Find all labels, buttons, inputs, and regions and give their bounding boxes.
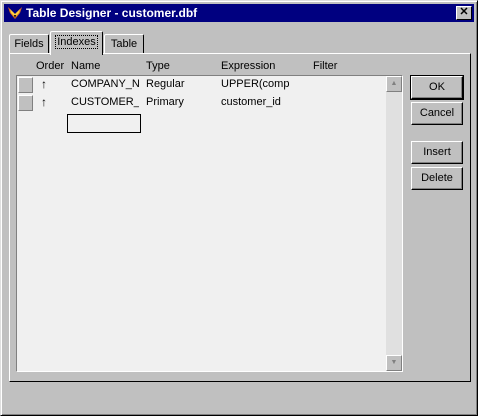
index-grid[interactable]: ↑ COMPANY_N. Regular UPPER(comp ↑ CUSTOM… <box>16 75 403 372</box>
cell-name[interactable]: CUSTOMER_ <box>71 96 139 108</box>
window-title: Table Designer - customer.dbf <box>26 6 198 20</box>
insert-button[interactable]: Insert <box>411 141 463 164</box>
cell-expression[interactable]: UPPER(comp <box>221 78 307 90</box>
ascending-arrow-icon[interactable]: ↑ <box>41 95 47 109</box>
scroll-down-button[interactable]: ▼ <box>386 355 402 371</box>
table-designer-window: Table Designer - customer.dbf ✕ Fields I… <box>0 0 478 416</box>
cell-name[interactable]: COMPANY_N. <box>71 78 139 90</box>
scroll-down-icon: ▼ <box>390 359 398 366</box>
close-button[interactable]: ✕ <box>456 6 472 20</box>
column-header-filter: Filter <box>313 60 338 72</box>
delete-button-label: Delete <box>421 172 453 184</box>
tab-indexes[interactable]: Indexes <box>50 31 103 55</box>
vertical-scrollbar[interactable]: ▲ ▼ <box>386 76 402 371</box>
tab-table-label: Table <box>110 38 138 50</box>
new-index-name-input[interactable] <box>67 114 141 133</box>
tab-fields-label: Fields <box>14 38 44 50</box>
delete-button[interactable]: Delete <box>411 167 463 190</box>
tab-indexes-label: Indexes <box>55 35 98 49</box>
column-header-name: Name <box>71 60 101 72</box>
cell-type[interactable]: Primary <box>146 96 216 108</box>
cell-expression[interactable]: customer_id <box>221 96 307 108</box>
tab-table[interactable]: Table <box>104 34 144 54</box>
cancel-button[interactable]: Cancel <box>411 102 463 125</box>
insert-button-label: Insert <box>423 146 451 158</box>
scroll-up-button[interactable]: ▲ <box>386 76 402 92</box>
ok-button-label: OK <box>429 81 445 93</box>
row-selector[interactable] <box>18 95 33 111</box>
column-header-expression: Expression <box>221 60 276 72</box>
table-row[interactable]: ↑ CUSTOMER_ Primary customer_id <box>17 94 387 112</box>
fox-app-icon <box>8 7 22 19</box>
table-row[interactable]: ↑ COMPANY_N. Regular UPPER(comp <box>17 76 387 94</box>
ascending-arrow-icon[interactable]: ↑ <box>41 77 47 91</box>
ok-button[interactable]: OK <box>410 75 464 100</box>
cancel-button-label: Cancel <box>419 107 455 119</box>
column-header-type: Type <box>146 60 170 72</box>
column-header-order: Order <box>36 60 65 72</box>
tab-fields[interactable]: Fields <box>9 34 49 54</box>
cell-type[interactable]: Regular <box>146 78 216 90</box>
scroll-up-icon: ▲ <box>390 80 398 87</box>
title-bar[interactable]: Table Designer - customer.dbf ✕ <box>4 4 474 22</box>
row-selector[interactable] <box>18 77 33 93</box>
